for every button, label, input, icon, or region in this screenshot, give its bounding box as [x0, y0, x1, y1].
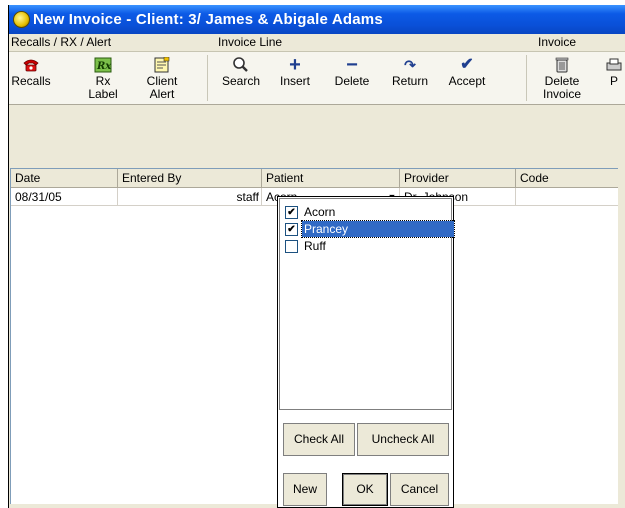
patient-option-label: Ruff: [304, 239, 326, 253]
check-all-button[interactable]: Check All: [283, 423, 355, 456]
alert-note-icon: [152, 56, 172, 73]
uncheck-all-button[interactable]: Uncheck All: [357, 423, 449, 456]
group-label-invoice: Invoice: [538, 35, 577, 49]
toolbar-separator: [207, 55, 208, 101]
print-button-partial[interactable]: P: [601, 52, 625, 104]
cell-date[interactable]: 08/31/05: [11, 188, 118, 206]
return-label: Return: [391, 74, 429, 88]
col-header-provider[interactable]: Provider: [400, 169, 516, 187]
ok-button[interactable]: OK: [342, 473, 388, 506]
trash-icon: [552, 57, 572, 73]
minus-icon: −: [346, 54, 358, 76]
group-label-invoice-line: Invoice Line: [218, 35, 283, 49]
patient-option-label: Prancey: [301, 220, 455, 238]
toolbar-separator: [526, 55, 527, 101]
delete-invoice-button[interactable]: Delete Invoice: [535, 52, 589, 104]
toolbar-ribbon: Recalls / RX / Alert Invoice Line Invoic…: [9, 34, 625, 165]
toolbar-buttons: Recalls Rx Rx Label Client Alert Search …: [9, 51, 625, 105]
delete-label: Delete: [334, 74, 370, 88]
recalls-label: Recalls: [11, 74, 51, 88]
col-header-patient[interactable]: Patient: [262, 169, 400, 187]
title-bar[interactable]: New Invoice - Client: 3/ James & Abigale…: [9, 5, 625, 34]
checkbox-unchecked-icon[interactable]: [285, 240, 298, 253]
plus-icon: +: [289, 54, 301, 76]
telephone-icon: [21, 57, 41, 73]
rx-icon: Rx: [93, 57, 113, 73]
client-alert-line1: Client: [146, 74, 178, 88]
cell-entered-by[interactable]: staff: [118, 188, 262, 206]
app-icon: [13, 11, 30, 28]
magnifier-icon: [231, 57, 251, 73]
cell-code[interactable]: [516, 188, 618, 206]
client-alert-line2: Alert: [149, 87, 175, 101]
rx-label-button[interactable]: Rx Rx Label: [83, 52, 123, 104]
search-label: Search: [221, 74, 261, 88]
col-header-entered-by[interactable]: Entered By: [118, 169, 262, 187]
cancel-button[interactable]: Cancel: [390, 473, 449, 506]
checkmark-icon: ✔: [460, 56, 474, 73]
accept-label: Accept: [448, 74, 486, 88]
printer-icon: [604, 57, 624, 73]
delete-invoice-line2: Invoice: [542, 87, 582, 101]
grid-header: Date Entered By Patient Provider Code: [11, 169, 618, 188]
delete-invoice-line1: Delete: [544, 74, 580, 88]
patient-checklist: ✔ Acorn ✔ Prancey Ruff: [279, 198, 455, 410]
return-button[interactable]: ↷ Return: [386, 52, 434, 104]
search-button[interactable]: Search: [216, 52, 266, 104]
patient-dropdown-popup: ✔ Acorn ✔ Prancey Ruff Check All Uncheck…: [277, 196, 455, 508]
new-button[interactable]: New: [283, 473, 327, 506]
print-label: P: [609, 74, 618, 88]
checkbox-checked-icon[interactable]: ✔: [285, 206, 298, 219]
insert-button[interactable]: + Insert: [273, 52, 317, 104]
group-label-recalls: Recalls / RX / Alert: [11, 35, 112, 49]
rx-label-line2: Label: [88, 87, 118, 101]
svg-text:Rx: Rx: [96, 61, 112, 72]
recalls-button[interactable]: Recalls: [11, 52, 51, 104]
client-alert-button[interactable]: Client Alert: [139, 52, 185, 104]
patient-option-label: Acorn: [304, 205, 336, 219]
rx-label-line1: Rx: [95, 74, 111, 88]
delete-button[interactable]: − Delete: [328, 52, 376, 104]
window-title: New Invoice - Client: 3/ James & Abigale…: [33, 11, 383, 28]
accept-button[interactable]: ✔ Accept: [442, 52, 492, 104]
checkbox-checked-icon[interactable]: ✔: [285, 223, 298, 236]
col-header-date[interactable]: Date: [11, 169, 118, 187]
col-header-code[interactable]: Code: [516, 169, 618, 187]
insert-label: Insert: [279, 74, 310, 88]
return-arrow-icon: ↷: [404, 57, 416, 73]
